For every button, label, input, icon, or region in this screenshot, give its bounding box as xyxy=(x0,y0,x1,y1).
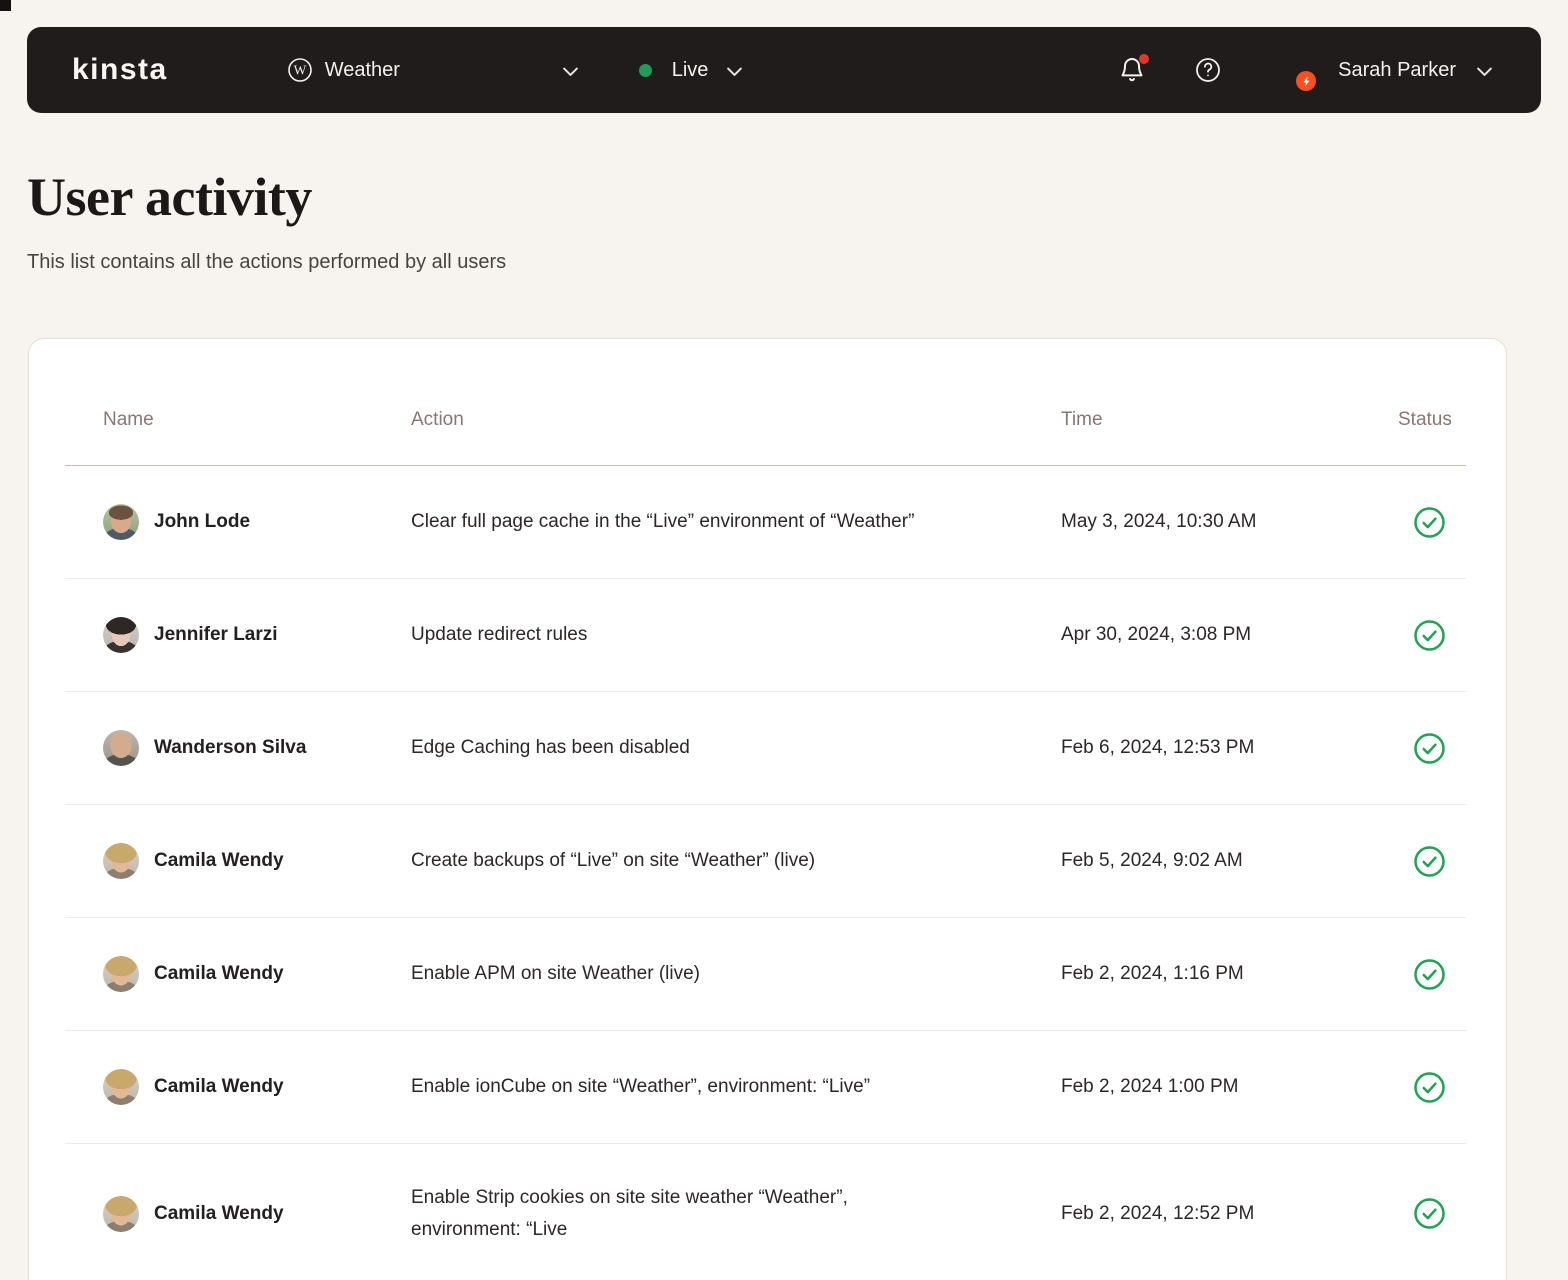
table-row: Camila Wendy Create backups of “Live” on… xyxy=(65,805,1466,918)
success-check-icon xyxy=(1413,506,1446,539)
name-cell: John Lode xyxy=(103,504,411,540)
user-menu[interactable]: Sarah Parker xyxy=(1274,52,1493,88)
wordpress-icon: W xyxy=(286,56,314,84)
site-selector-label: Weather xyxy=(325,59,400,82)
success-check-icon xyxy=(1413,619,1446,652)
action-text: Enable Strip cookies on site site weathe… xyxy=(411,1182,1061,1246)
name-cell: Camila Wendy xyxy=(103,843,411,879)
user-name: John Lode xyxy=(154,511,250,533)
user-activity-table: Name Action Time Status John Lode Clear … xyxy=(65,339,1466,1280)
avatar xyxy=(103,730,139,766)
user-name: Camila Wendy xyxy=(154,850,284,872)
success-check-icon xyxy=(1413,1071,1446,1104)
time-text: Feb 6, 2024, 12:53 PM xyxy=(1061,737,1398,759)
lightning-bolt-icon xyxy=(1301,76,1312,87)
name-cell: Camila Wendy xyxy=(103,956,411,992)
page-subtitle: This list contains all the actions perfo… xyxy=(27,251,506,274)
success-check-icon xyxy=(1413,958,1446,991)
name-cell: Camila Wendy xyxy=(103,1196,411,1232)
status-cell xyxy=(1398,845,1466,878)
avatar xyxy=(103,843,139,879)
name-cell: Jennifer Larzi xyxy=(103,617,411,653)
svg-text:W: W xyxy=(293,63,306,78)
chevron-down-icon xyxy=(726,65,743,76)
action-text: Enable APM on site Weather (live) xyxy=(411,958,1061,990)
user-name: Wanderson Silva xyxy=(154,737,306,759)
status-cell xyxy=(1398,506,1466,539)
kinsta-logo[interactable]: kinsta xyxy=(72,53,168,87)
table-row: Camila Wendy Enable APM on site Weather … xyxy=(65,918,1466,1031)
lightning-badge xyxy=(1296,71,1316,91)
action-text: Create backups of “Live” on site “Weathe… xyxy=(411,845,1061,877)
name-cell: Wanderson Silva xyxy=(103,730,411,766)
navbar-right-group: Sarah Parker xyxy=(1118,52,1493,88)
time-text: Feb 2, 2024, 12:52 PM xyxy=(1061,1203,1398,1225)
table-body: John Lode Clear full page cache in the “… xyxy=(65,466,1466,1280)
table-row: Wanderson Silva Edge Caching has been di… xyxy=(65,692,1466,805)
user-name: Jennifer Larzi xyxy=(154,624,278,646)
column-header-status: Status xyxy=(1398,409,1466,431)
avatar xyxy=(103,1069,139,1105)
avatar xyxy=(103,504,139,540)
chevron-down-icon xyxy=(1476,65,1493,76)
column-header-name: Name xyxy=(103,409,411,431)
chevron-down-icon xyxy=(562,65,579,76)
table-row: Camila Wendy Enable Strip cookies on sit… xyxy=(65,1144,1466,1280)
avatar xyxy=(103,956,139,992)
status-cell xyxy=(1398,1071,1466,1104)
avatar xyxy=(103,1196,139,1232)
user-name: Camila Wendy xyxy=(154,1076,284,1098)
table-header-row: Name Action Time Status xyxy=(65,339,1466,466)
time-text: May 3, 2024, 10:30 AM xyxy=(1061,511,1398,533)
column-header-action: Action xyxy=(411,409,1061,431)
table-row: Camila Wendy Enable ionCube on site “Wea… xyxy=(65,1031,1466,1144)
time-text: Feb 2, 2024, 1:16 PM xyxy=(1061,963,1398,985)
site-selector-dropdown[interactable]: W Weather xyxy=(286,56,579,84)
notification-dot xyxy=(1139,54,1149,64)
status-cell xyxy=(1398,732,1466,765)
action-text: Update redirect rules xyxy=(411,619,1061,651)
table-row: Jennifer Larzi Update redirect rules Apr… xyxy=(65,579,1466,692)
time-text: Feb 2, 2024 1:00 PM xyxy=(1061,1076,1398,1098)
status-cell xyxy=(1398,958,1466,991)
window-corner-artifact xyxy=(0,0,11,11)
notifications-button[interactable] xyxy=(1118,56,1146,84)
success-check-icon xyxy=(1413,1197,1446,1230)
live-status-dot xyxy=(639,64,652,77)
user-name: Camila Wendy xyxy=(154,963,284,985)
name-cell: Camila Wendy xyxy=(103,1069,411,1105)
page-title: User activity xyxy=(27,168,506,227)
user-avatar-wrap xyxy=(1274,52,1310,88)
table-row: John Lode Clear full page cache in the “… xyxy=(65,466,1466,579)
action-text: Enable ionCube on site “Weather”, enviro… xyxy=(411,1071,1061,1103)
success-check-icon xyxy=(1413,845,1446,878)
page-header: User activity This list contains all the… xyxy=(27,168,506,274)
avatar xyxy=(103,617,139,653)
column-header-time: Time xyxy=(1061,409,1398,431)
environment-selector-dropdown[interactable]: Live xyxy=(639,59,744,82)
top-navbar: kinsta W Weather Live xyxy=(27,27,1541,113)
user-name: Camila Wendy xyxy=(154,1203,284,1225)
help-button[interactable] xyxy=(1194,56,1222,84)
action-text: Edge Caching has been disabled xyxy=(411,732,1061,764)
environment-label: Live xyxy=(672,59,709,82)
time-text: Feb 5, 2024, 9:02 AM xyxy=(1061,850,1398,872)
question-circle-icon xyxy=(1194,56,1222,84)
user-activity-card: Name Action Time Status John Lode Clear … xyxy=(28,338,1507,1280)
user-name: Sarah Parker xyxy=(1338,59,1456,82)
action-text: Clear full page cache in the “Live” envi… xyxy=(411,506,1061,538)
success-check-icon xyxy=(1413,732,1446,765)
status-cell xyxy=(1398,619,1466,652)
time-text: Apr 30, 2024, 3:08 PM xyxy=(1061,624,1398,646)
status-cell xyxy=(1398,1197,1466,1230)
